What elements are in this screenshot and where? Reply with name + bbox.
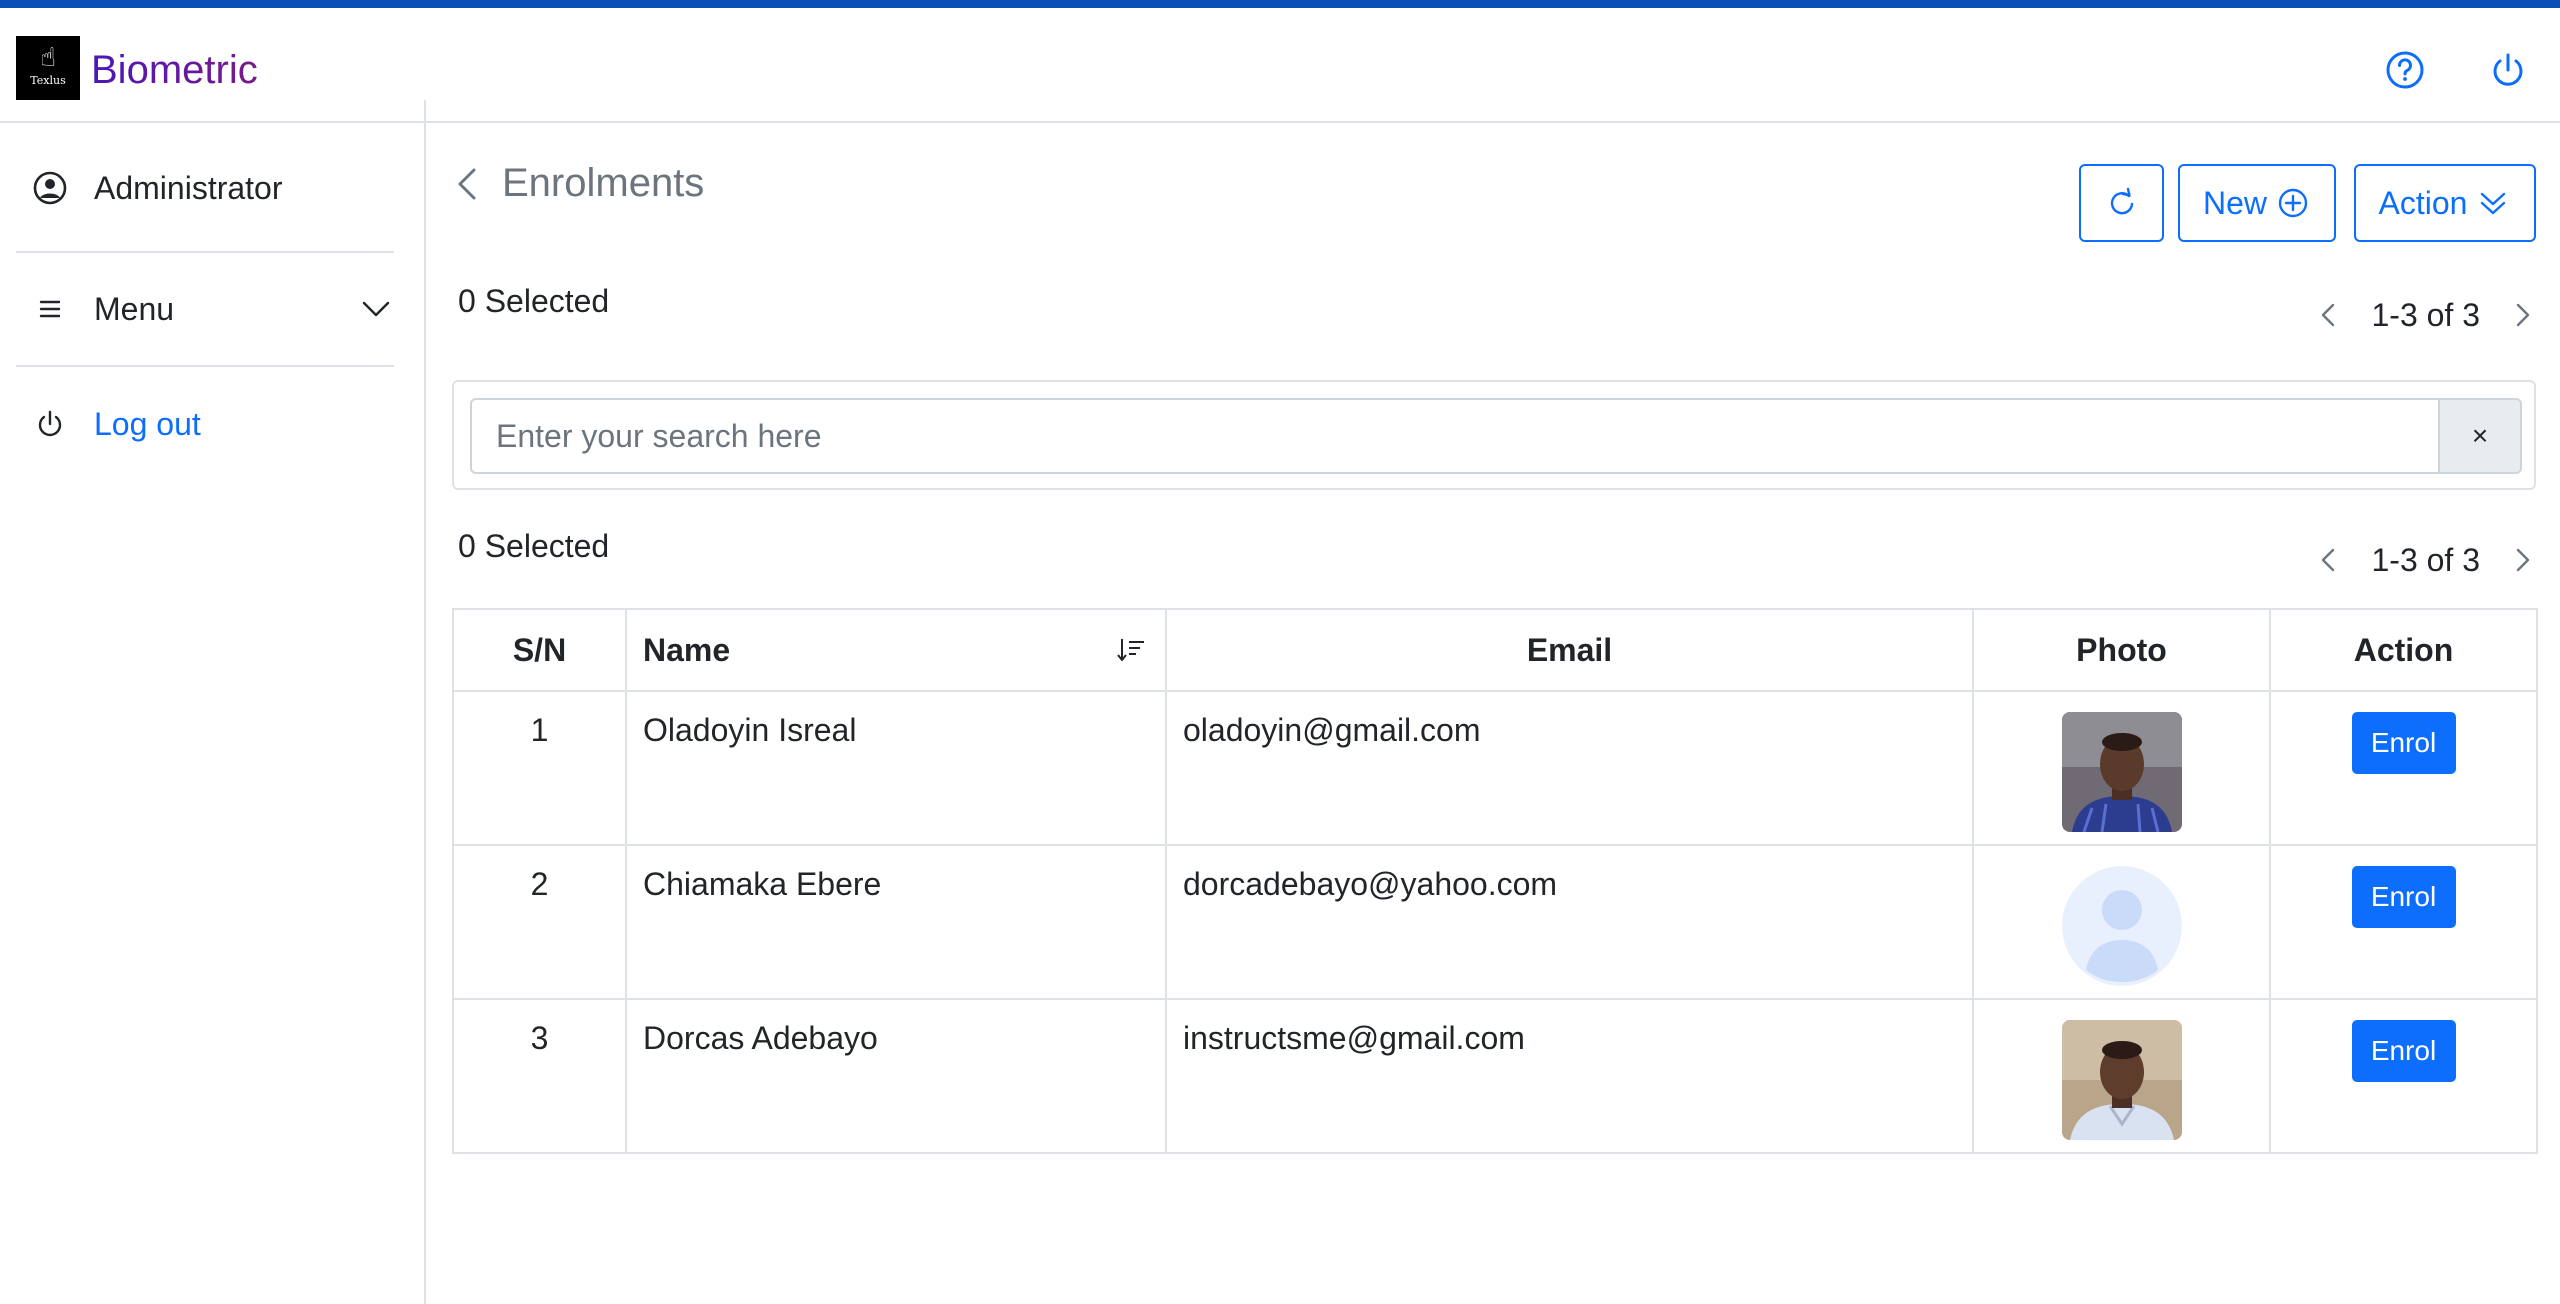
row-photo-cell [1972,998,2271,1154]
main-content: Enrolments New Action 0 Selected 1-3 of … [428,123,2560,1304]
clear-search-button[interactable]: × [2438,398,2522,474]
new-button[interactable]: New [2178,164,2336,242]
avatar-placeholder-icon [2061,866,2182,986]
row-sn: 3 [452,998,627,1154]
row-photo-cell [1972,690,2271,846]
header-email: Email [1165,608,1974,692]
header-name-label: Name [643,631,731,668]
enrol-button[interactable]: Enrol [2351,712,2456,774]
plus-circle-icon [2278,188,2308,218]
sidebar-menu-label: Menu [94,290,175,327]
sidebar-item-menu[interactable]: Menu [16,253,394,367]
search-panel: × [452,380,2536,490]
page-title: Enrolments [502,161,705,205]
header-action: Action [2269,608,2538,692]
sort-descending-icon[interactable] [1115,634,1147,666]
power-icon [30,404,70,444]
double-chevron-down-icon [2481,192,2506,215]
header-photo: Photo [1972,608,2271,692]
next-page-icon[interactable] [2508,297,2538,333]
close-icon: × [2471,420,2489,451]
row-photo-cell [1972,844,2271,1000]
next-page-icon[interactable] [2508,542,2538,578]
sidebar-item-administrator[interactable]: Administrator [16,125,394,253]
header-power-button[interactable] [2481,43,2535,97]
row-name: Oladoyin Isreal [625,690,1167,846]
sidebar: Administrator Menu Log out [0,100,426,1304]
chevron-down-icon[interactable] [358,291,394,327]
header-name[interactable]: Name [625,608,1167,692]
user-photo-placeholder[interactable] [2061,866,2182,986]
refresh-icon [2110,187,2133,215]
row-sn: 2 [452,844,627,1000]
help-button[interactable] [2378,43,2432,97]
row-action-cell: Enrol [2269,844,2538,1000]
hamburger-icon [30,289,70,329]
table-row: 2 Chiamaka Ebere dorcadebayo@yahoo.com E… [452,844,2538,1000]
row-name: Dorcas Adebayo [625,998,1167,1154]
user-photo[interactable] [2061,1020,2182,1140]
table-selection-count: 0 Selected [458,528,610,564]
new-button-label: New [2202,184,2267,221]
top-accent-bar [0,0,2560,8]
action-dropdown-button[interactable]: Action [2354,164,2536,242]
row-email: oladoyin@gmail.com [1165,690,1974,846]
search-input[interactable] [470,398,2438,474]
sidebar-user-label: Administrator [94,169,283,206]
header-sn: S/N [452,608,627,692]
back-chevron-icon[interactable] [450,164,486,204]
pagination-table: 1-3 of 3 [2313,536,2538,584]
table-row: 3 Dorcas Adebayo instructsme@gmail.com E… [452,998,2538,1154]
user-circle-icon [30,168,70,208]
page-header: Enrolments [450,161,704,206]
table-row: 1 Oladoyin Isreal oladoyin@gmail.com Enr… [452,690,2538,846]
enrol-button[interactable]: Enrol [2351,1020,2456,1082]
question-circle-icon [2386,51,2424,89]
selection-count: 0 Selected [458,283,610,319]
power-icon [2493,53,2523,86]
logout-link[interactable]: Log out [94,406,201,443]
enrolments-table: S/N Name Email Photo Action 1 Oladoyin I… [452,608,2538,1154]
row-name: Chiamaka Ebere [625,844,1167,1000]
app-logo[interactable]: ☝ Texlus [16,36,80,100]
row-email: instructsme@gmail.com [1165,998,1974,1154]
app-brand-title[interactable]: Biometric [91,38,258,102]
row-sn: 1 [452,690,627,846]
table-header-row: S/N Name Email Photo Action [452,608,2538,692]
refresh-button[interactable] [2079,164,2164,242]
prev-page-icon[interactable] [2313,297,2343,333]
hand-logo-icon: ☝ [40,43,56,73]
row-email: dorcadebayo@yahoo.com [1165,844,1974,1000]
page-range: 1-3 of 3 [2371,541,2480,578]
prev-page-icon[interactable] [2313,542,2343,578]
action-button-label: Action [2378,184,2468,221]
pagination-top: 1-3 of 3 [2313,291,2538,339]
page-range: 1-3 of 3 [2371,296,2480,333]
user-photo[interactable] [2061,712,2182,832]
logo-caption: Texlus [30,74,66,87]
sidebar-item-logout[interactable]: Log out [16,367,394,481]
row-action-cell: Enrol [2269,998,2538,1154]
row-action-cell: Enrol [2269,690,2538,846]
enrol-button[interactable]: Enrol [2351,866,2456,928]
